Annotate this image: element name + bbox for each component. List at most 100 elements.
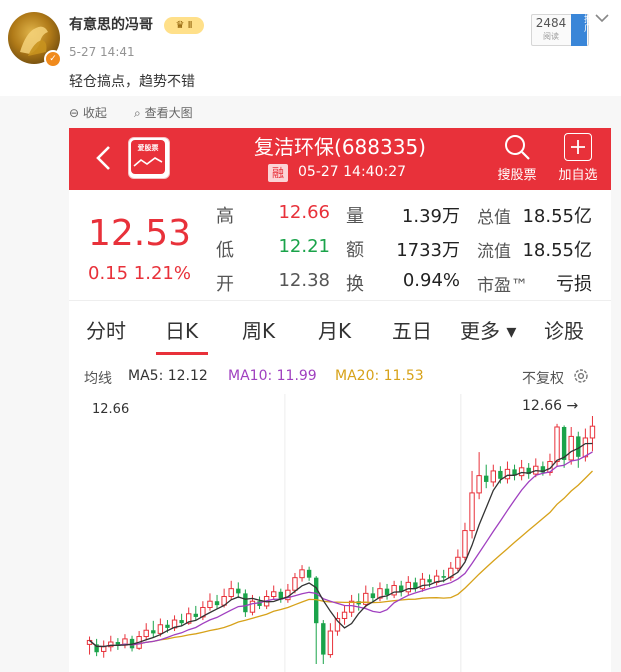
candle — [236, 588, 241, 594]
max-price-marker: 12.66 → — [522, 398, 579, 414]
margin-tag: 融 — [268, 164, 288, 182]
ma10-legend: MA10: 11.99 — [228, 368, 317, 384]
tab-weekly-k[interactable]: 周K — [242, 315, 275, 344]
open-label: 开 — [216, 274, 234, 295]
candle — [292, 577, 298, 591]
add-icon[interactable] — [564, 133, 592, 161]
low-label: 低 — [216, 240, 234, 261]
candle — [341, 611, 348, 619]
tab-more[interactable]: 更多 ▾ — [460, 315, 516, 344]
amount-value: 1733万 — [396, 240, 460, 261]
candle — [327, 630, 334, 656]
last-price: 12.53 — [88, 213, 192, 254]
candle — [498, 470, 503, 479]
candle — [504, 468, 511, 480]
candle — [207, 600, 213, 608]
candle — [143, 629, 149, 638]
username[interactable]: 有意思的冯哥 — [69, 14, 153, 34]
post-timestamp[interactable]: 5-27 14:41 — [69, 45, 135, 59]
candle — [179, 620, 184, 624]
vip-badge[interactable]: ♛ Ⅱ — [164, 17, 204, 34]
search-stock-button[interactable]: 搜股票 — [493, 164, 541, 183]
candle — [370, 593, 376, 599]
candle — [193, 613, 198, 617]
volume-value: 1.39万 — [401, 206, 460, 227]
candle — [384, 588, 390, 595]
ma5-line — [89, 442, 593, 648]
candle — [165, 624, 170, 628]
adjust-mode-button[interactable]: 不复权 — [522, 368, 564, 388]
candle — [243, 593, 248, 613]
candle — [441, 576, 446, 578]
tab-intraday[interactable]: 分时 — [86, 315, 126, 344]
candle — [405, 581, 411, 593]
back-arrow-icon[interactable] — [92, 144, 116, 172]
candle — [214, 601, 220, 606]
vip-level: Ⅱ — [187, 20, 193, 31]
float-cap-label: 流值 — [477, 242, 511, 262]
verified-icon: ✓ — [44, 50, 62, 68]
candle — [455, 556, 461, 569]
candle — [157, 624, 164, 634]
gear-icon[interactable] — [572, 367, 590, 385]
active-tab-indicator — [156, 352, 208, 355]
total-cap-value: 18.55亿 — [522, 206, 592, 227]
view-large-button[interactable]: ⌕ 查看大图 — [134, 104, 193, 121]
pe-value: 亏损 — [556, 274, 592, 295]
tab-diagnose[interactable]: 诊股 — [544, 315, 584, 344]
float-cap-value: 18.55亿 — [522, 240, 592, 261]
crown-icon: ♛ — [175, 20, 185, 31]
post-text: 轻仓搞点，趋势不错 — [69, 74, 195, 90]
candle — [462, 530, 468, 558]
low-value: 12.21 — [278, 236, 330, 257]
candle — [568, 435, 574, 461]
turnover-label: 换 — [346, 274, 364, 295]
quote-time: 05-27 14:40:27 — [298, 164, 407, 180]
candle — [321, 623, 326, 655]
candle — [490, 470, 496, 483]
candle — [151, 630, 156, 634]
candle — [306, 569, 312, 578]
ma20-legend: MA20: 11.53 — [335, 368, 424, 384]
candle — [554, 426, 560, 463]
kline-chart[interactable] — [86, 394, 596, 672]
promote-tag[interactable]: 推广 — [571, 14, 592, 46]
candle — [582, 437, 589, 458]
candle — [271, 591, 277, 598]
chart-high-label: 12.66 — [92, 402, 130, 417]
candle — [419, 578, 426, 590]
candle — [484, 475, 489, 482]
chevron-down-icon[interactable] — [594, 10, 610, 26]
candle — [299, 569, 305, 579]
candle — [228, 588, 234, 598]
total-cap-label: 总值 — [477, 208, 511, 228]
open-value: 12.38 — [278, 270, 330, 291]
candle — [469, 492, 475, 532]
tab-monthly-k[interactable]: 月K — [318, 315, 351, 344]
high-label: 高 — [216, 206, 234, 227]
ma-legend-label: 均线 — [84, 371, 112, 387]
tab-five-day[interactable]: 五日 — [392, 315, 432, 344]
candle — [101, 646, 107, 652]
candle — [518, 467, 525, 477]
candle — [589, 425, 596, 439]
search-icon[interactable] — [503, 133, 531, 161]
candle — [427, 579, 432, 583]
candle — [476, 475, 482, 494]
read-count-label: 阅读 — [543, 32, 559, 41]
stock-title: 复洁环保(688335) — [254, 135, 426, 159]
app-logo-mark: 爱股票 — [131, 140, 165, 174]
turnover-value: 0.94% — [402, 270, 460, 291]
ma5-legend: MA5: 12.12 — [128, 368, 208, 384]
candle — [561, 426, 567, 460]
price-change: 0.15 1.21% — [88, 263, 191, 284]
magnify-icon: ⌕ — [134, 106, 141, 120]
amount-label: 额 — [346, 240, 364, 261]
collapse-icon: ⊖ — [69, 106, 80, 120]
high-value: 12.66 — [278, 202, 330, 223]
add-watchlist-button[interactable]: 加自选 — [550, 164, 606, 183]
volume-label: 量 — [346, 206, 364, 227]
read-count: 2484 — [535, 16, 567, 30]
collapse-button[interactable]: ⊖ 收起 — [69, 104, 107, 121]
tab-daily-k[interactable]: 日K — [165, 315, 198, 344]
